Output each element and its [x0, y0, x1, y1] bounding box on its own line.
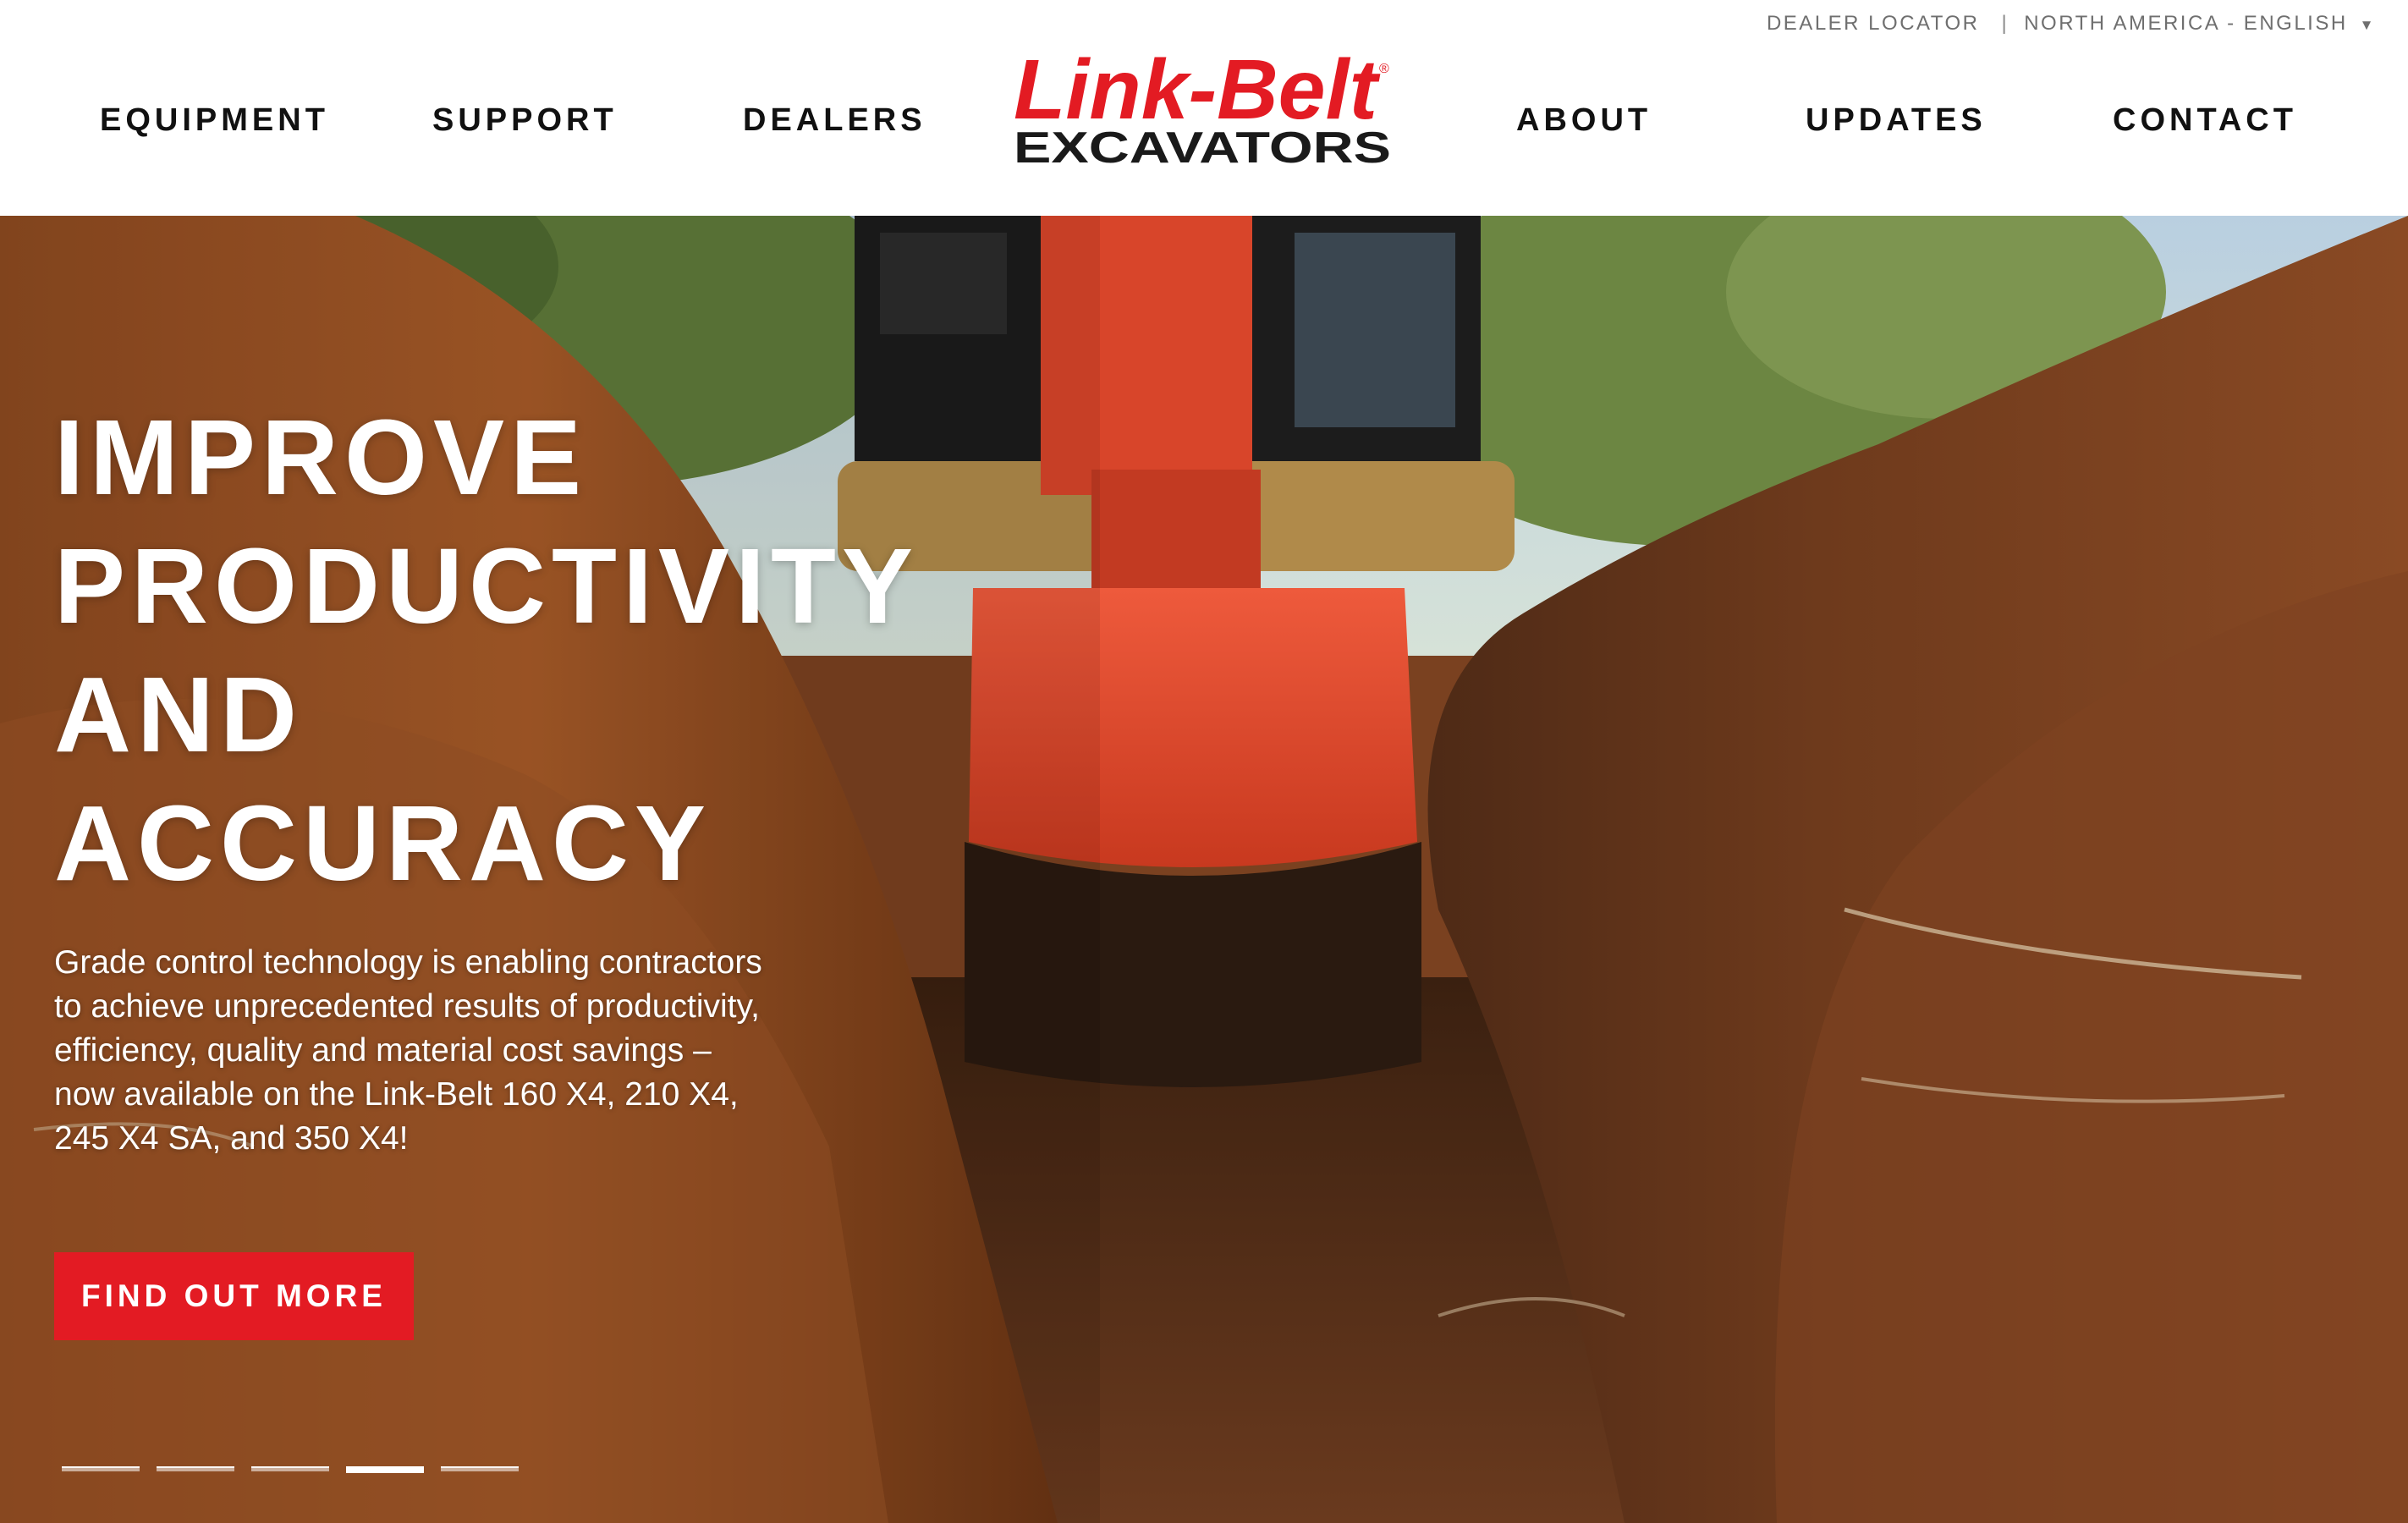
site-header: DEALER LOCATOR | NORTH AMERICA - ENGLISH… — [0, 0, 2408, 216]
link-belt-logo[interactable]: Link-Belt ® EXCAVATORS — [1012, 49, 1394, 168]
hero-headline-line: IMPROVE — [54, 398, 588, 517]
nav-item-dealers[interactable]: DEALERS — [743, 102, 926, 139]
carousel-indicator-3[interactable] — [251, 1466, 329, 1471]
carousel-indicator-5[interactable] — [441, 1466, 519, 1471]
utility-bar: DEALER LOCATOR | NORTH AMERICA - ENGLISH… — [1767, 8, 2376, 39]
hero-description: Grade control technology is enabling con… — [54, 944, 762, 1157]
hero-headline-line: ACCURACY — [54, 783, 712, 903]
hero-headline: IMPROVE PRODUCTIVITY AND ACCURACY — [54, 393, 1069, 908]
region-language-selector[interactable]: NORTH AMERICA - ENGLISH ▼ — [2024, 12, 2376, 36]
hero-headline-line: PRODUCTIVITY — [54, 526, 920, 646]
nav-item-about[interactable]: ABOUT — [1516, 102, 1652, 139]
utility-separator: | — [2001, 12, 2009, 35]
region-language-label: NORTH AMERICA - ENGLISH — [2024, 12, 2348, 35]
carousel-indicator-2[interactable] — [157, 1466, 234, 1471]
logo-product-text: EXCAVATORS — [1014, 124, 1391, 168]
hero-headline-line: AND — [54, 655, 303, 774]
nav-item-support[interactable]: SUPPORT — [432, 102, 618, 139]
nav-item-equipment[interactable]: EQUIPMENT — [100, 102, 329, 139]
caret-down-icon: ▼ — [2359, 17, 2376, 33]
carousel-indicator-1[interactable] — [62, 1466, 140, 1471]
nav-item-updates[interactable]: UPDATES — [1806, 102, 1987, 139]
find-out-more-button[interactable]: FIND OUT MORE — [54, 1252, 414, 1340]
carousel-indicator-4[interactable] — [346, 1466, 424, 1473]
dealer-locator-link[interactable]: DEALER LOCATOR — [1767, 12, 1980, 36]
logo-registered-mark: ® — [1379, 62, 1389, 76]
hero-carousel: IMPROVE PRODUCTIVITY AND ACCURACY Grade … — [0, 216, 2408, 1523]
carousel-indicators — [62, 1466, 519, 1473]
nav-item-contact[interactable]: CONTACT — [2113, 102, 2297, 139]
